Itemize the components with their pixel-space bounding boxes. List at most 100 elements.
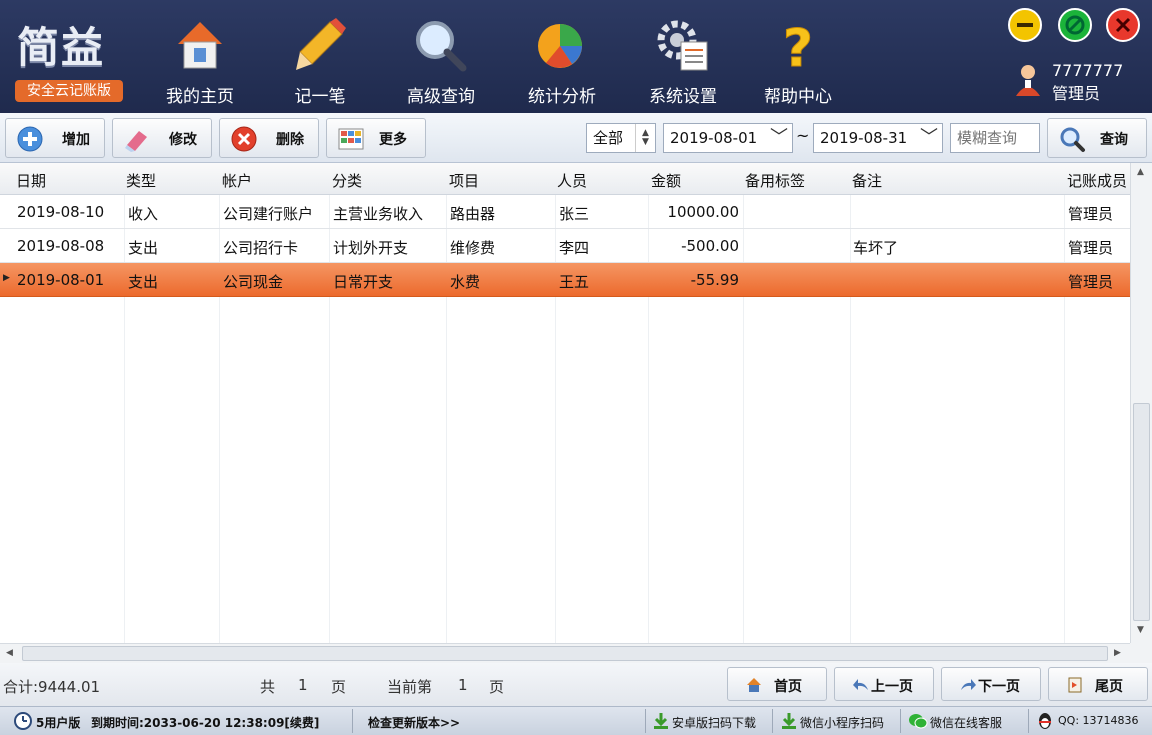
cell-amount: 10000.00 — [667, 203, 739, 221]
top-navigation-bar: 简益 安全云记账版 我的主页 记一笔 高级查询 统计分析 系统设置 ? 帮助中心… — [0, 0, 1152, 113]
header-note[interactable]: 备注 — [852, 170, 882, 191]
status-separator — [772, 709, 773, 733]
add-button[interactable]: 增加 — [5, 118, 105, 158]
prev-page-button[interactable]: 上一页 — [834, 667, 934, 701]
maximize-button[interactable] — [1058, 8, 1092, 42]
cell-note: 车坏了 — [853, 239, 899, 257]
minimize-button[interactable] — [1008, 8, 1042, 42]
cell-category: 计划外开支 — [333, 239, 409, 257]
maximize-icon — [1065, 15, 1085, 35]
grid-menu-icon — [338, 128, 364, 150]
status-separator — [352, 709, 353, 733]
date-from-picker[interactable]: 2019-08-01 ﹀ — [663, 123, 793, 153]
cell-project: 水费 — [450, 273, 481, 291]
expiry-renew-link[interactable]: 到期时间:2033-06-20 12:38:09[续费] — [91, 714, 319, 731]
edition-label: 5用户版 — [36, 716, 81, 730]
date-to-picker[interactable]: 2019-08-31 ﹀ — [813, 123, 943, 153]
table-row[interactable]: 2019-08-08 支出 公司招行卡 计划外开支 维修费 李四 -500.00… — [0, 229, 1130, 263]
vertical-scroll-thumb[interactable] — [1133, 403, 1150, 621]
cell-account: 公司招行卡 — [223, 239, 299, 257]
eraser-icon — [125, 131, 147, 152]
query-button[interactable]: 查询 — [1047, 118, 1147, 158]
minimize-icon — [1017, 23, 1033, 27]
chevron-down-icon: ﹀ — [920, 127, 938, 148]
type-filter-select[interactable]: 全部 ▲ ▼ — [586, 123, 656, 153]
cell-amount: -500.00 — [681, 237, 739, 255]
query-button-label: 查询 — [1100, 132, 1128, 148]
status-separator — [1028, 709, 1029, 733]
wechat-service-link[interactable]: 微信在线客服 — [930, 714, 1002, 731]
cell-type: 支出 — [128, 273, 159, 291]
header-date[interactable]: 日期 — [16, 170, 46, 191]
nav-statistics[interactable]: 统计分析 — [507, 12, 617, 108]
vertical-scrollbar[interactable]: ▲ ▼ — [1130, 163, 1152, 643]
date-range-separator: ~ — [796, 126, 810, 145]
last-page-button[interactable]: 尾页 — [1048, 667, 1148, 701]
horizontal-scrollbar[interactable]: ◀ ▶ — [0, 643, 1130, 663]
header-amount[interactable]: 金额 — [651, 170, 681, 191]
delete-button[interactable]: 删除 — [219, 118, 319, 158]
first-page-label: 首页 — [774, 679, 802, 695]
check-update-link[interactable]: 检查更新版本>> — [368, 714, 460, 731]
nav-help[interactable]: ? 帮助中心 — [743, 12, 853, 108]
table-row[interactable]: 2019-08-10 收入 公司建行账户 主营业务收入 路由器 张三 10000… — [0, 195, 1130, 229]
row-pointer-icon: ▶ — [3, 273, 10, 283]
close-button[interactable] — [1106, 8, 1140, 42]
magnifier-icon — [411, 16, 471, 76]
clock-icon — [14, 712, 32, 730]
total-pages-suffix: 页 — [331, 678, 347, 696]
delete-button-label: 删除 — [276, 132, 304, 148]
first-page-button[interactable]: 首页 — [727, 667, 827, 701]
qq-number[interactable]: QQ: 13714836 — [1058, 714, 1139, 727]
cell-person: 李四 — [559, 239, 590, 257]
cell-member: 管理员 — [1068, 273, 1114, 291]
cell-date: 2019-08-08 — [17, 237, 105, 255]
header-type[interactable]: 类型 — [126, 170, 156, 191]
cell-category: 日常开支 — [333, 273, 394, 291]
add-button-label: 增加 — [62, 132, 90, 148]
next-page-button[interactable]: 下一页 — [941, 667, 1041, 701]
cell-project: 路由器 — [450, 205, 496, 223]
cell-type: 收入 — [128, 205, 159, 223]
cell-person: 张三 — [559, 205, 590, 223]
arrow-forward-icon — [961, 679, 976, 690]
spinner-arrows-icon: ▲ ▼ — [635, 124, 655, 152]
android-download-link[interactable]: 安卓版扫码下载 — [672, 714, 756, 731]
scroll-up-icon: ▲ — [1137, 167, 1144, 177]
cell-category: 主营业务收入 — [333, 205, 424, 223]
status-separator — [900, 709, 901, 733]
header-person[interactable]: 人员 — [557, 170, 587, 191]
wechat-miniprogram-link[interactable]: 微信小程序扫码 — [800, 714, 884, 731]
header-category[interactable]: 分类 — [332, 170, 362, 191]
pagination-bar: 合计:9444.01 共 1 页 当前第 1 页 首页 上一页 下一页 尾页 — [0, 663, 1152, 706]
app-logo: 简益 安全云记账版 — [13, 14, 125, 106]
nav-advanced-query[interactable]: 高级查询 — [386, 12, 496, 108]
table-header: 日期 类型 帐户 分类 项目 人员 金额 备用标签 备注 记账成员 — [0, 163, 1130, 195]
arrow-back-icon — [853, 679, 868, 690]
edit-button[interactable]: 修改 — [112, 118, 212, 158]
scroll-right-icon: ▶ — [1114, 648, 1121, 658]
settings-gear-icon — [653, 16, 713, 76]
header-tag[interactable]: 备用标签 — [745, 170, 805, 191]
user-info[interactable]: 7777777 管理员 — [1012, 60, 1142, 104]
table-row-selected[interactable]: ▶ 2019-08-01 支出 公司现金 日常开支 水费 王五 -55.99 管… — [0, 263, 1130, 297]
pencil-icon — [290, 16, 350, 76]
header-account[interactable]: 帐户 — [222, 170, 252, 191]
more-button[interactable]: 更多 — [326, 118, 426, 158]
prev-page-label: 上一页 — [871, 679, 913, 695]
header-project[interactable]: 项目 — [449, 170, 479, 191]
horizontal-scroll-thumb[interactable] — [22, 646, 1108, 661]
nav-statistics-label: 统计分析 — [528, 87, 596, 107]
cell-member: 管理员 — [1068, 239, 1114, 257]
header-member[interactable]: 记账成员 — [1067, 170, 1127, 191]
download-icon — [782, 713, 796, 729]
nav-home[interactable]: 我的主页 — [145, 12, 255, 108]
search-icon — [1060, 127, 1085, 152]
nav-record[interactable]: 记一笔 — [265, 12, 375, 108]
records-table: 日期 类型 帐户 分类 项目 人员 金额 备用标签 备注 记账成员 2019-0… — [0, 163, 1130, 643]
search-input[interactable] — [950, 123, 1040, 153]
nav-settings[interactable]: 系统设置 — [628, 12, 738, 108]
question-icon: ? — [768, 16, 828, 80]
user-role: 管理员 — [1052, 84, 1101, 103]
wechat-icon — [909, 714, 928, 729]
